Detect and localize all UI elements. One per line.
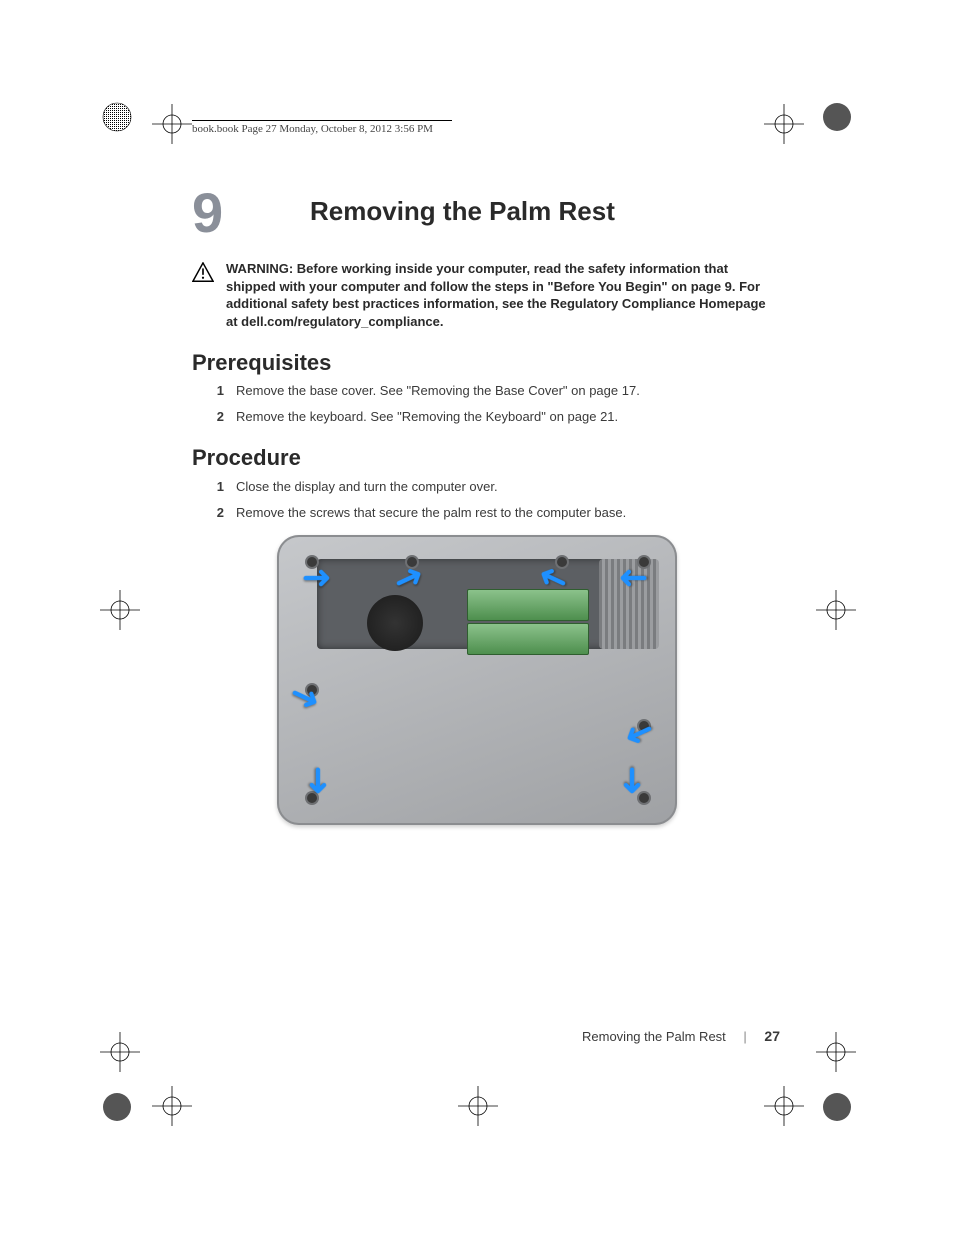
document-header-slug: book.book Page 27 Monday, October 8, 201… [192,120,452,135]
footer-separator: | [743,1029,746,1044]
list-number: 2 [200,408,224,426]
warning-label: WARNING: [226,261,293,276]
document-page: book.book Page 27 Monday, October 8, 201… [0,0,954,1235]
crosshair-mark-icon [764,1086,804,1131]
registration-mark-icon [100,1090,134,1124]
list-number: 1 [200,478,224,496]
screw-point [407,557,417,567]
fan-illustration [367,595,423,651]
crosshair-mark-icon [100,590,140,635]
screw-point [639,557,649,567]
figure-laptop-underside [277,535,677,825]
warning-block: WARNING: Before working inside your comp… [192,260,777,330]
chapter-number: 9 [192,185,223,241]
list-number: 2 [200,504,224,522]
crosshair-mark-icon [152,104,192,149]
list-text: Close the display and turn the computer … [236,478,780,496]
list-item: 2 Remove the keyboard. See "Removing the… [200,408,780,426]
screw-point [307,685,317,695]
list-item: 2 Remove the screws that secure the palm… [200,504,780,522]
warning-text: WARNING: Before working inside your comp… [226,260,777,330]
screw-point [639,793,649,803]
registration-mark-icon [100,100,134,134]
screw-point [307,793,317,803]
crosshair-mark-icon [152,1086,192,1131]
ram-module-illustration [467,623,589,655]
screw-point [639,721,649,731]
heading-prerequisites: Prerequisites [192,350,331,376]
screw-point [557,557,567,567]
crosshair-mark-icon [458,1086,498,1131]
crosshair-mark-icon [100,1032,140,1077]
list-item: 1 Close the display and turn the compute… [200,478,780,496]
list-text: Remove the base cover. See "Removing the… [236,382,780,400]
crosshair-mark-icon [764,104,804,149]
registration-mark-icon [820,100,854,134]
list-text: Remove the screws that secure the palm r… [236,504,780,522]
footer-section-name: Removing the Palm Rest [582,1029,726,1044]
crosshair-mark-icon [816,590,856,635]
page-title: Removing the Palm Rest [310,196,615,227]
component-compartment [317,559,617,649]
ram-module-illustration [467,589,589,621]
footer-page-number: 27 [764,1028,780,1044]
laptop-base-illustration [277,535,677,825]
warning-body: Before working inside your computer, rea… [226,261,766,329]
list-text: Remove the keyboard. See "Removing the K… [236,408,780,426]
registration-mark-icon [820,1090,854,1124]
list-item: 1 Remove the base cover. See "Removing t… [200,382,780,400]
warning-triangle-icon [192,262,214,282]
list-prerequisites: 1 Remove the base cover. See "Removing t… [200,382,780,433]
heading-procedure: Procedure [192,445,301,471]
list-number: 1 [200,382,224,400]
vent-illustration [599,559,659,649]
crosshair-mark-icon [816,1032,856,1077]
screw-point [307,557,317,567]
list-procedure: 1 Close the display and turn the compute… [200,478,780,529]
